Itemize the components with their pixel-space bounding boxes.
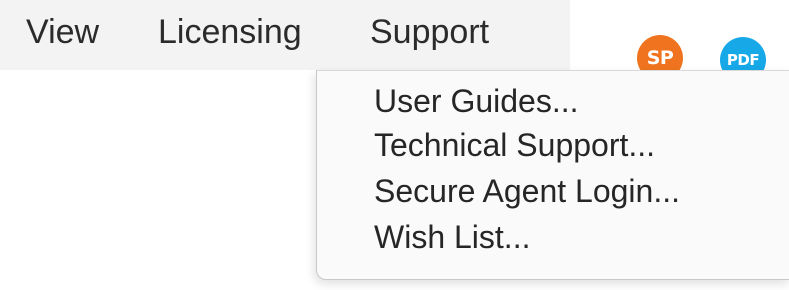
menu-item-secure-agent-login[interactable]: Secure Agent Login... [374, 171, 680, 211]
support-dropdown-menu: User Guides... Technical Support... Secu… [316, 70, 789, 280]
sp-badge-label: SP [646, 47, 674, 69]
menu-licensing[interactable]: Licensing [158, 12, 302, 52]
menu-support[interactable]: Support [370, 12, 489, 52]
menu-item-technical-support[interactable]: Technical Support... [374, 125, 655, 165]
menu-view[interactable]: View [26, 12, 99, 52]
pdf-badge-label: PDF [726, 51, 760, 69]
menu-bar: View Licensing Support [0, 0, 570, 70]
menu-item-user-guides[interactable]: User Guides... [374, 81, 579, 121]
menu-item-wish-list[interactable]: Wish List... [374, 217, 530, 257]
